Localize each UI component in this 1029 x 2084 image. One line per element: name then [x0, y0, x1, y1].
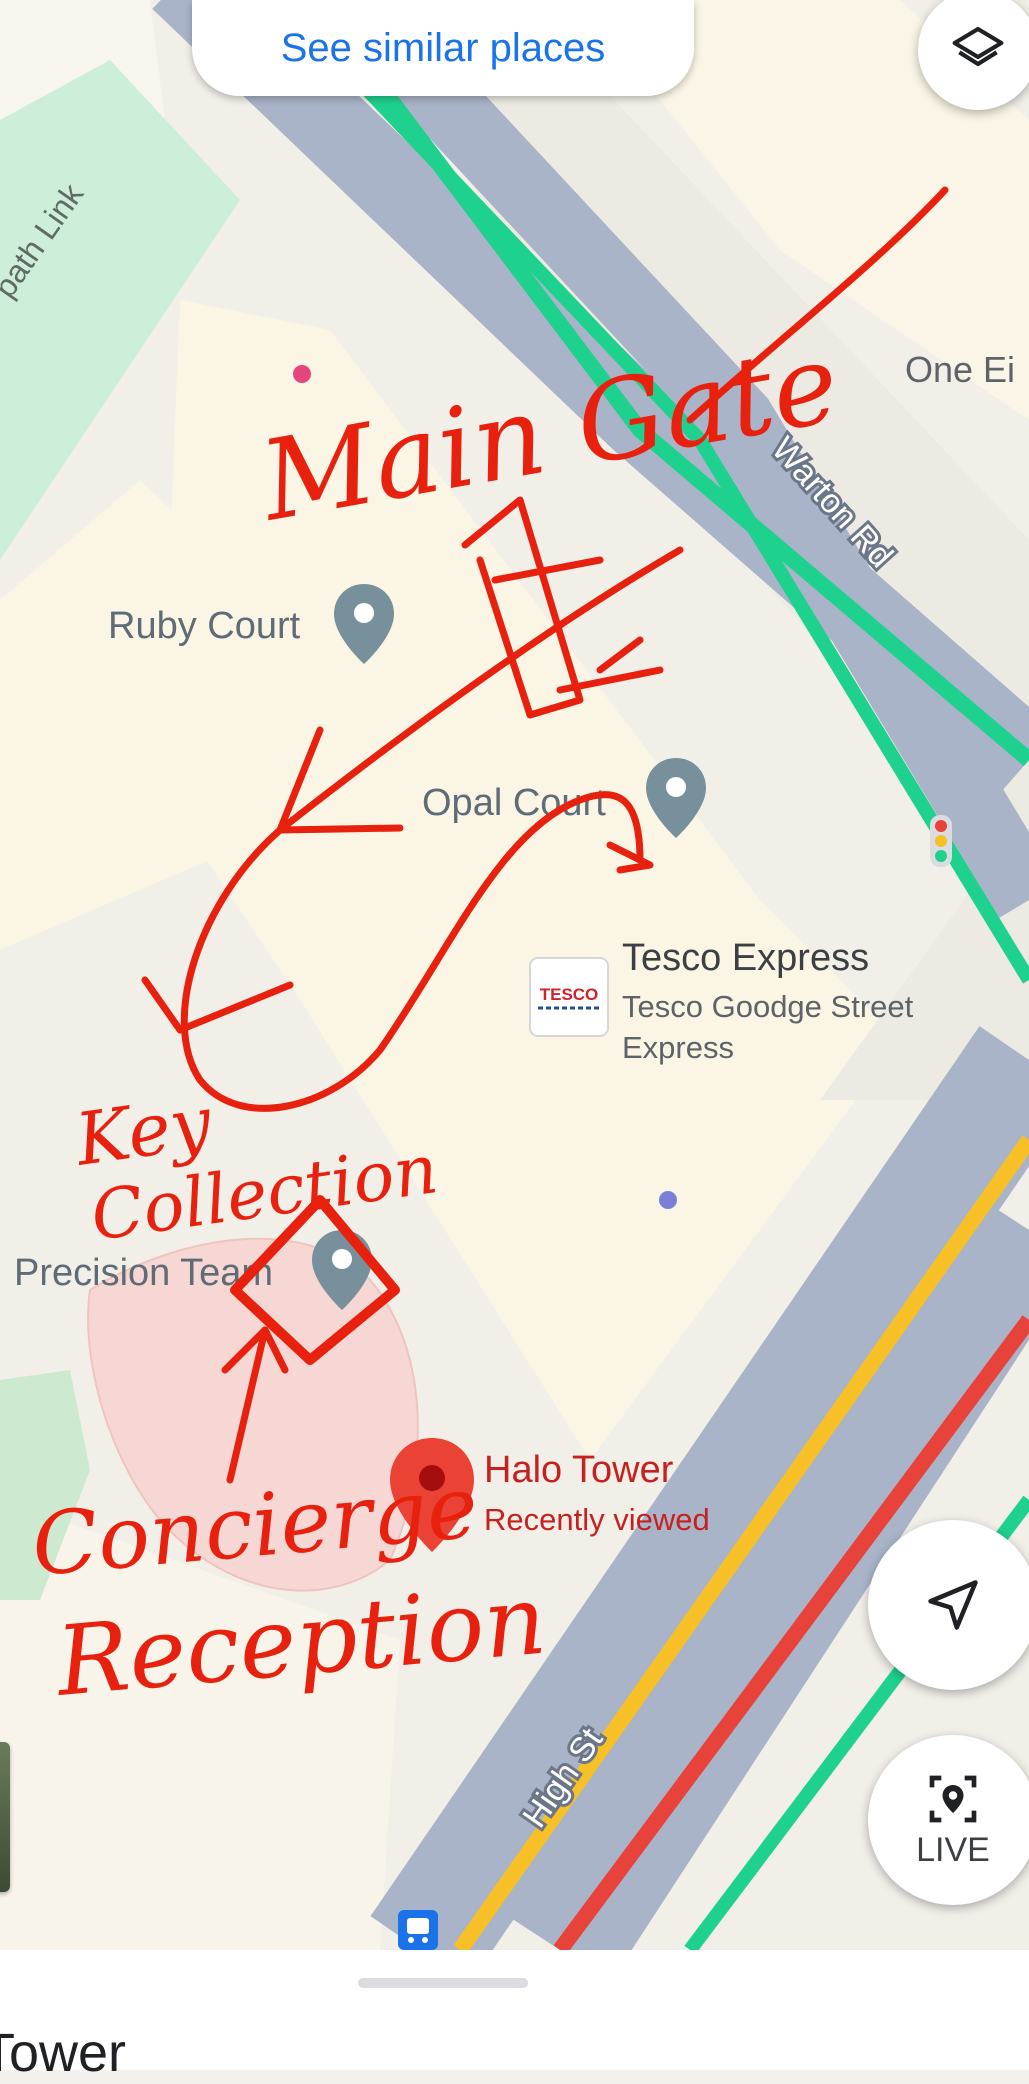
map-canvas[interactable]: Warton Rd High St path Link One Ei Ruby …	[0, 0, 1029, 1950]
street-view-thumbnail[interactable]	[0, 1742, 10, 1892]
layers-icon	[952, 26, 1004, 67]
live-view-icon	[929, 1775, 977, 1822]
tesco-subtitle-2: Express	[622, 1030, 734, 1065]
place-label-one: One Ei	[905, 349, 1015, 390]
navigate-button[interactable]	[868, 1520, 1029, 1690]
svg-text:TESCO: TESCO	[540, 985, 599, 1004]
see-similar-places-chip[interactable]: See similar places	[192, 0, 694, 96]
place-label-ruby-court: Ruby Court	[108, 605, 301, 647]
live-label: LIVE	[916, 1830, 990, 1869]
tesco-logo-icon[interactable]: TESCO	[529, 957, 609, 1037]
live-view-button[interactable]: LIVE	[868, 1735, 1029, 1905]
bottom-sheet[interactable]: Tower	[0, 1950, 1029, 2083]
navigation-arrow-icon	[928, 1580, 978, 1630]
selected-place-name: Halo Tower	[484, 1449, 674, 1491]
poi-dot	[293, 365, 311, 383]
bus-stop-icon[interactable]	[398, 1910, 438, 1950]
sheet-title: Tower	[0, 2023, 127, 2083]
sheet-drag-handle[interactable]	[358, 1978, 528, 1988]
tesco-subtitle: Tesco Goodge Street	[622, 989, 914, 1024]
selected-place-status: Recently viewed	[484, 1502, 710, 1537]
tesco-name: Tesco Express	[622, 937, 869, 979]
poi-dot	[659, 1191, 677, 1209]
